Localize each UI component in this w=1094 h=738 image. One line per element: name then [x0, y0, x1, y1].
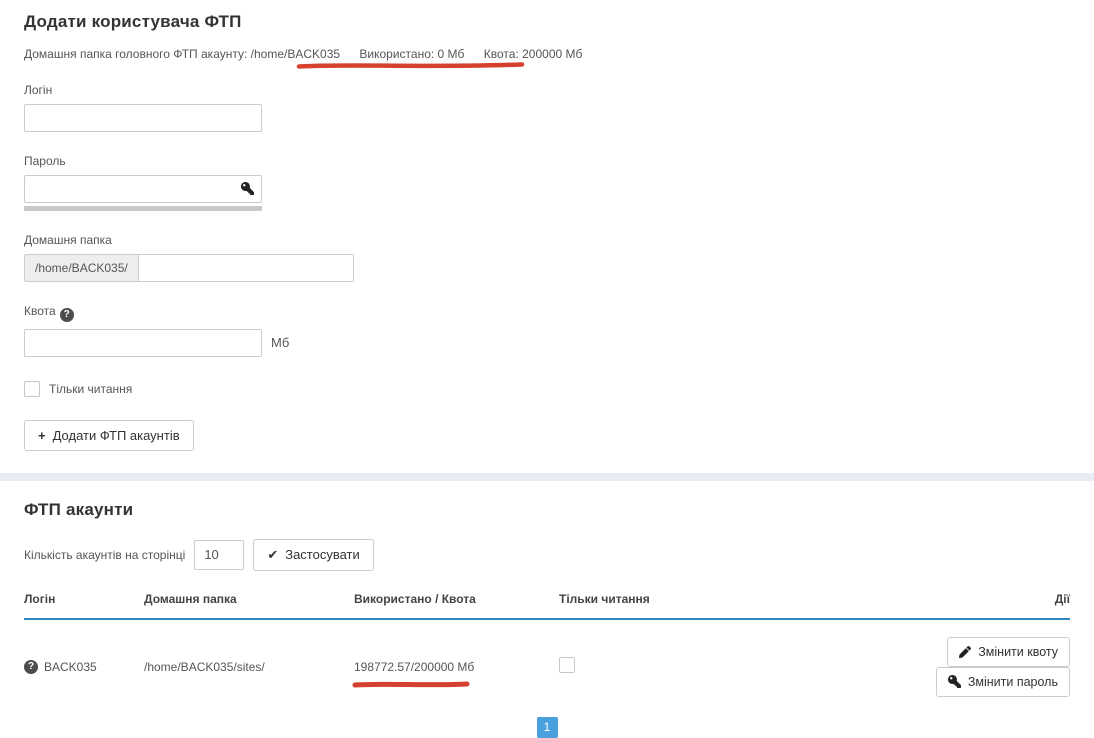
home-folder-input[interactable] [138, 254, 354, 282]
table-row: ? BACK035 /home/BACK035/sites/ 198772.57… [24, 619, 1070, 713]
header-actions: Дії [864, 588, 1070, 619]
add-ftp-accounts-button[interactable]: + Додати ФТП акаунтів [24, 420, 194, 451]
change-quota-label: Змінити квоту [978, 645, 1058, 659]
readonly-checkbox[interactable] [24, 381, 40, 397]
readonly-row: Тільки читання [24, 381, 1070, 397]
change-password-label: Змінити пароль [968, 675, 1058, 689]
main-home-folder-label: Домашня папка головного ФТП акаунту: [24, 47, 247, 61]
row-used-quota-value: 198772.57/200000 Мб [354, 660, 474, 674]
header-readonly: Тільки читання [559, 588, 864, 619]
password-label: Пароль [24, 154, 1070, 168]
ftp-accounts-table: Логін Домашня папка Використано / Квота … [24, 588, 1070, 713]
row-login-value: BACK035 [44, 660, 97, 674]
annotation-red-underline-bottom [352, 679, 470, 690]
row-home-folder-value: /home/BACK035/sites/ [144, 619, 354, 713]
home-folder-group: Домашня папка /home/BACK035/ [24, 233, 1070, 282]
key-icon[interactable] [241, 182, 254, 195]
quota-group: Квота? Мб [24, 304, 1070, 357]
quota-unit-label: Мб [271, 335, 289, 350]
password-strength-bar [24, 206, 262, 211]
per-page-controls: Кількість акаунтів на сторінці ✔ Застосу… [24, 539, 1070, 571]
add-ftp-user-section: Додати користувача ФТП Домашня папка гол… [0, 12, 1094, 451]
main-home-folder-info: Домашня папка головного ФТП акаунту: /ho… [24, 47, 340, 61]
per-page-label: Кількість акаунтів на сторінці [24, 548, 185, 562]
accounts-title: ФТП акаунти [24, 500, 1070, 520]
password-group: Пароль [24, 154, 1070, 211]
login-cell: ? BACK035 [24, 660, 144, 674]
main-home-folder-value: /home/BACK035 [251, 47, 340, 61]
home-folder-prefix: /home/BACK035/ [24, 254, 138, 282]
home-folder-label: Домашня папка [24, 233, 1070, 247]
plus-icon: + [38, 428, 46, 443]
header-used-quota: Використано / Квота [354, 588, 559, 619]
quota-label: Квота? [24, 304, 1070, 322]
question-help-icon[interactable]: ? [60, 308, 74, 322]
pagination: 1 [24, 717, 1070, 738]
check-icon: ✔ [267, 547, 278, 563]
change-password-button[interactable]: Змінити пароль [936, 667, 1070, 697]
question-help-icon[interactable]: ? [24, 660, 38, 674]
page-title: Додати користувача ФТП [24, 12, 1070, 32]
annotation-red-underline-top [296, 60, 526, 71]
row-readonly-checkbox[interactable] [559, 657, 575, 673]
readonly-label: Тільки читання [49, 382, 132, 396]
section-divider [0, 473, 1094, 481]
apply-button[interactable]: ✔ Застосувати [253, 539, 373, 571]
change-quota-button[interactable]: Змінити квоту [947, 637, 1070, 667]
account-info-line: Домашня папка головного ФТП акаунту: /ho… [24, 47, 1070, 61]
per-page-input[interactable] [194, 540, 244, 570]
header-login: Логін [24, 588, 144, 619]
password-input[interactable] [24, 175, 262, 203]
login-label: Логін [24, 83, 1070, 97]
add-ftp-accounts-label: Додати ФТП акаунтів [53, 428, 180, 443]
quota-input[interactable] [24, 329, 262, 357]
key-icon [948, 675, 961, 688]
login-input[interactable] [24, 104, 262, 132]
pencil-icon [959, 646, 971, 658]
used-info: Використано: 0 Мб [359, 47, 464, 61]
ftp-accounts-section: ФТП акаунти Кількість акаунтів на сторін… [0, 500, 1094, 738]
pagination-page-1[interactable]: 1 [537, 717, 558, 738]
table-header-row: Логін Домашня папка Використано / Квота … [24, 588, 1070, 619]
header-home-folder: Домашня папка [144, 588, 354, 619]
quota-info: Квота: 200000 Мб [484, 47, 583, 61]
apply-label: Застосувати [285, 547, 360, 562]
login-group: Логін [24, 83, 1070, 132]
